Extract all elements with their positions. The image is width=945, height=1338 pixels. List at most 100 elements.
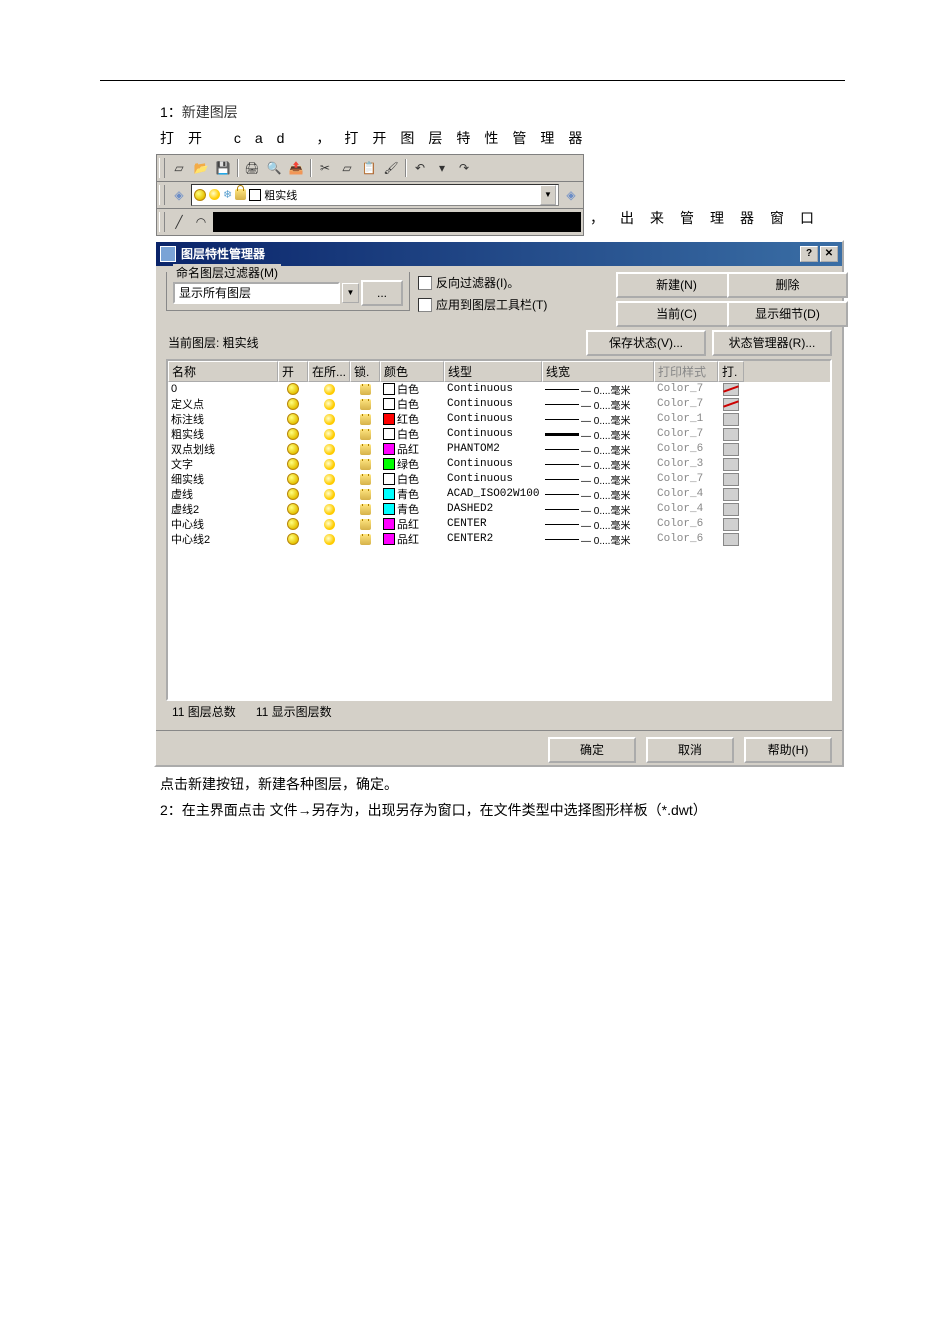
linetype-cell[interactable]: PHANTOM2 [444, 443, 542, 455]
plotstyle-cell[interactable]: Color_4 [654, 503, 718, 515]
toolbar-grip[interactable] [159, 212, 165, 232]
plot-cell[interactable] [718, 518, 744, 531]
help2-button[interactable]: 帮助(H) [744, 737, 832, 763]
color-cell[interactable]: 青色 [380, 486, 444, 502]
cancel-button[interactable]: 取消 [646, 737, 734, 763]
chevron-down-icon[interactable]: ▼ [540, 185, 556, 205]
plotstyle-cell[interactable]: Color_6 [654, 443, 718, 455]
apply-toolbar-checkbox[interactable] [418, 298, 432, 312]
lineweight-cell[interactable]: — 0....毫米 [542, 442, 654, 457]
layer-manager-icon[interactable]: ◈ [169, 185, 189, 205]
toolbar-grip[interactable] [159, 158, 165, 178]
linetype-cell[interactable]: ACAD_ISO02W100 [444, 488, 542, 500]
color-cell[interactable]: 青色 [380, 501, 444, 517]
col-ltype[interactable]: 线型 [444, 361, 542, 382]
plotstyle-cell[interactable]: Color_4 [654, 488, 718, 500]
lock-cell[interactable] [350, 414, 380, 425]
layer-row[interactable]: 中心线2品红CENTER2 — 0....毫米Color_6 [168, 532, 830, 547]
col-on[interactable]: 开 [278, 361, 308, 382]
plotstyle-cell[interactable]: Color_1 [654, 413, 718, 425]
plot-cell[interactable] [718, 443, 744, 456]
plotstyle-cell[interactable]: Color_6 [654, 533, 718, 545]
on-cell[interactable] [278, 428, 308, 440]
on-cell[interactable] [278, 503, 308, 515]
cut-icon[interactable]: ✂ [315, 158, 335, 178]
toolbar-grip[interactable] [159, 185, 165, 205]
lock-cell[interactable] [350, 519, 380, 530]
color-cell[interactable]: 红色 [380, 411, 444, 427]
color-cell[interactable]: 品红 [380, 516, 444, 532]
plot-cell[interactable] [718, 413, 744, 426]
lock-cell[interactable] [350, 474, 380, 485]
layer-list[interactable]: 名称 开 在所... 锁. 颜色 线型 线宽 打印样式 打. 0白色Contin… [166, 359, 832, 701]
layer-row[interactable]: 文字绿色Continuous — 0....毫米Color_3 [168, 457, 830, 472]
paste-icon[interactable]: 📋 [359, 158, 379, 178]
undo-icon[interactable]: ↶ [410, 158, 430, 178]
col-plot[interactable]: 打. [718, 361, 744, 382]
match-icon[interactable]: 🖌 [381, 158, 401, 178]
layer-row[interactable]: 粗实线白色Continuous — 0....毫米Color_7 [168, 427, 830, 442]
new-file-icon[interactable]: ▱ [169, 158, 189, 178]
freeze-cell[interactable] [308, 489, 350, 500]
ok-button[interactable]: 确定 [548, 737, 636, 763]
lock-cell[interactable] [350, 459, 380, 470]
col-lock[interactable]: 锁. [350, 361, 380, 382]
line-icon[interactable]: ╱ [169, 212, 189, 232]
linetype-cell[interactable]: DASHED2 [444, 503, 542, 515]
plot-cell[interactable] [718, 533, 744, 546]
lineweight-cell[interactable]: — 0....毫米 [542, 517, 654, 532]
freeze-cell[interactable] [308, 414, 350, 425]
plot-cell[interactable] [718, 398, 744, 411]
freeze-cell[interactable] [308, 459, 350, 470]
on-cell[interactable] [278, 413, 308, 425]
lock-cell[interactable] [350, 489, 380, 500]
redo-icon[interactable]: ↷ [454, 158, 474, 178]
layer-row[interactable]: 虚线青色ACAD_ISO02W100 — 0....毫米Color_4 [168, 487, 830, 502]
freeze-cell[interactable] [308, 399, 350, 410]
plot-cell[interactable] [718, 473, 744, 486]
plotstyle-cell[interactable]: Color_7 [654, 398, 718, 410]
color-cell[interactable]: 品红 [380, 531, 444, 547]
lock-cell[interactable] [350, 384, 380, 395]
lineweight-cell[interactable]: — 0....毫米 [542, 412, 654, 427]
layer-row[interactable]: 0白色Continuous — 0....毫米Color_7 [168, 382, 830, 397]
color-cell[interactable]: 白色 [380, 426, 444, 442]
layer-row[interactable]: 细实线白色Continuous — 0....毫米Color_7 [168, 472, 830, 487]
close-button[interactable]: ✕ [820, 246, 838, 262]
linetype-cell[interactable]: CENTER [444, 518, 542, 530]
layer-row[interactable]: 定义点白色Continuous — 0....毫米Color_7 [168, 397, 830, 412]
lock-cell[interactable] [350, 504, 380, 515]
help-button[interactable]: ? [800, 246, 818, 262]
plot-cell[interactable] [718, 428, 744, 441]
linetype-cell[interactable]: Continuous [444, 383, 542, 395]
plotstyle-cell[interactable]: Color_6 [654, 518, 718, 530]
col-freeze[interactable]: 在所... [308, 361, 350, 382]
freeze-cell[interactable] [308, 504, 350, 515]
on-cell[interactable] [278, 518, 308, 530]
current-button[interactable]: 当前(C) [616, 301, 737, 327]
lineweight-cell[interactable]: — 0....毫米 [542, 427, 654, 442]
filter-dots-button[interactable]: ... [361, 280, 403, 306]
lineweight-cell[interactable]: — 0....毫米 [542, 502, 654, 517]
delete-button[interactable]: 删除 [727, 272, 848, 298]
col-color[interactable]: 颜色 [380, 361, 444, 382]
preview-icon[interactable]: 🔍 [264, 158, 284, 178]
save-icon[interactable]: 💾 [213, 158, 233, 178]
color-cell[interactable]: 白色 [380, 471, 444, 487]
layer-list-header[interactable]: 名称 开 在所... 锁. 颜色 线型 线宽 打印样式 打. [168, 361, 830, 382]
plot-cell[interactable] [718, 383, 744, 396]
freeze-cell[interactable] [308, 444, 350, 455]
layer-row[interactable]: 双点划线品红PHANTOM2 — 0....毫米Color_6 [168, 442, 830, 457]
plotstyle-cell[interactable]: Color_3 [654, 458, 718, 470]
plot-cell[interactable] [718, 488, 744, 501]
on-cell[interactable] [278, 398, 308, 410]
freeze-cell[interactable] [308, 474, 350, 485]
on-cell[interactable] [278, 473, 308, 485]
linetype-cell[interactable]: Continuous [444, 413, 542, 425]
lineweight-cell[interactable]: — 0....毫米 [542, 532, 654, 547]
linetype-cell[interactable]: CENTER2 [444, 533, 542, 545]
publish-icon[interactable]: 📤 [286, 158, 306, 178]
plotstyle-cell[interactable]: Color_7 [654, 473, 718, 485]
color-cell[interactable]: 绿色 [380, 456, 444, 472]
plot-cell[interactable] [718, 503, 744, 516]
